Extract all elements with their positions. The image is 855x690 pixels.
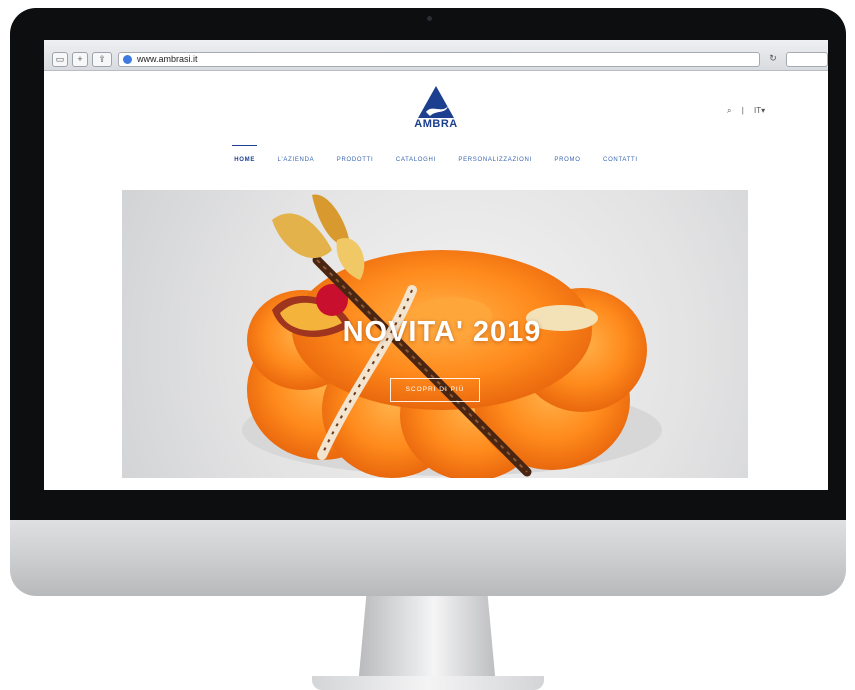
globe-icon (123, 55, 132, 64)
header-tools: ⌕ | IT▾ (727, 106, 773, 116)
camera-icon (427, 16, 432, 21)
reload-icon[interactable]: ↻ (766, 52, 780, 65)
monitor-stand (358, 596, 496, 686)
nav-item-home[interactable]: HOME (232, 145, 257, 163)
nav-item-cataloghi[interactable]: CATALOGHI (396, 157, 436, 163)
logo-text: AMBRA (414, 118, 458, 130)
header-divider: | (741, 106, 744, 115)
monitor-stand-base (312, 676, 544, 690)
language-selector[interactable]: IT▾ (754, 106, 765, 115)
nav-item-azienda[interactable]: L'AZIENDA (278, 157, 315, 163)
scopri-button[interactable]: SCOPRI DI PIÙ (390, 378, 480, 402)
nav-item-contatti[interactable]: CONTATTI (603, 157, 638, 163)
main-navigation: HOME L'AZIENDA PRODOTTI CATALOGHI PERSON… (44, 145, 828, 166)
screen: ▭ + ⇪ www.ambrasi.it ↻ AMBRA ⌕ | IT▾ HOM… (44, 40, 828, 490)
monitor-chin (10, 520, 846, 596)
address-bar[interactable]: www.ambrasi.it (118, 52, 760, 67)
browser-search-field[interactable] (786, 52, 828, 67)
hero-title: NOVITA' 2019 (342, 316, 542, 348)
browser-toolbar: ▭ + ⇪ www.ambrasi.it ↻ (44, 40, 828, 71)
sidebar-toggle-button[interactable]: ▭ (52, 52, 68, 67)
hero-banner: NOVITA' 2019 SCOPRI DI PIÙ (122, 190, 748, 478)
bookmark-button[interactable]: + (72, 52, 88, 67)
ambra-logo[interactable]: AMBRA (404, 84, 468, 136)
search-icon[interactable]: ⌕ (727, 106, 731, 115)
nav-item-promo[interactable]: PROMO (554, 157, 580, 163)
nav-item-prodotti[interactable]: PRODOTTI (337, 157, 374, 163)
url-text: www.ambrasi.it (137, 54, 198, 64)
nav-item-personalizzazioni[interactable]: PERSONALIZZAZIONI (458, 157, 532, 163)
share-button[interactable]: ⇪ (92, 52, 112, 67)
